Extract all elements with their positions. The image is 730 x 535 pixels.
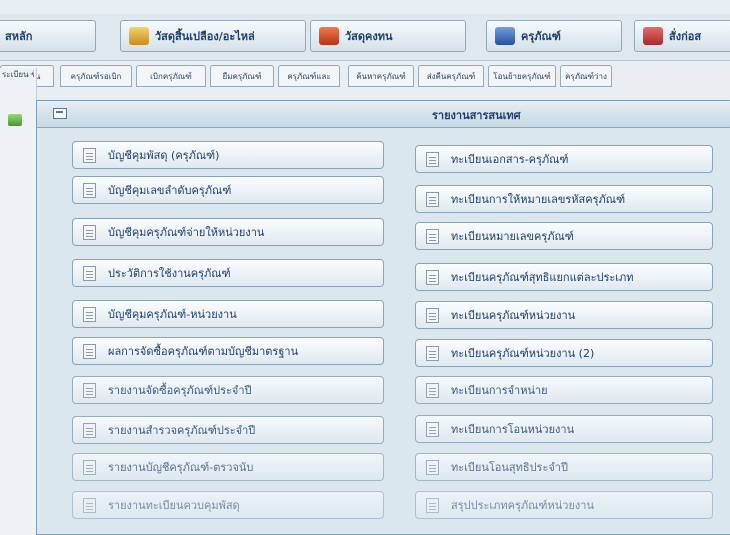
tab-borrow[interactable]: ยืมครุภัณฑ์ <box>210 65 274 87</box>
document-icon <box>83 147 96 163</box>
books-icon <box>643 27 663 45</box>
screen: สหลัก วัสดุสิ้นเปลือง/อะไหล่ วัสดุคงทน ค… <box>0 0 730 535</box>
tab-equipment-and[interactable]: ครุภัณฑ์และ <box>278 65 340 87</box>
report-button-department-transfer-register[interactable]: ทะเบียนการโอนหน่วยงาน <box>415 415 713 443</box>
document-icon <box>426 421 439 437</box>
truck-icon <box>495 27 515 45</box>
menu-button-orders[interactable]: สั่งก่อส <box>634 20 730 52</box>
tab-transfer[interactable]: โอนย้ายครุภัณฑ์ <box>488 65 556 87</box>
report-button-issued-to-department[interactable]: บัญชีคุมครุภัณฑ์จ่ายให้หน่วยงาน <box>72 218 384 246</box>
refresh-icon[interactable] <box>8 114 22 126</box>
report-button-label: ทะเบียนโอนสุทธิประจำปี <box>451 461 568 474</box>
main-menu-bar: สหลัก วัสดุสิ้นเปลือง/อะไหล่ วัสดุคงทน ค… <box>0 14 730 61</box>
document-icon <box>426 345 439 361</box>
report-button-annual-survey[interactable]: รายงานสำรวจครุภัณฑ์ประจำปี <box>72 416 384 444</box>
menu-button-equipment[interactable]: ครุภัณฑ์ <box>486 20 622 52</box>
document-icon <box>426 228 439 244</box>
report-button-label: รายงานสำรวจครุภัณฑ์ประจำปี <box>108 424 256 437</box>
report-button-sequence-ledger[interactable]: บัญชีคุมเลขลำดับครุภัณฑ์ <box>72 176 384 204</box>
document-icon <box>426 382 439 398</box>
report-button-department-ledger[interactable]: บัญชีคุมครุภัณฑ์-หน่วยงาน <box>72 300 384 328</box>
document-icon <box>83 265 96 281</box>
report-button-label: ทะเบียนเอกสาร-ครุภัณฑ์ <box>451 153 569 166</box>
document-icon <box>83 497 96 513</box>
document-icon <box>426 459 439 475</box>
report-button-label: รายงานจัดซื้อครุภัณฑ์ประจำปี <box>108 384 252 397</box>
report-button-department-register-2[interactable]: ทะเบียนครุภัณฑ์หน่วยงาน (2) <box>415 339 713 367</box>
report-button-annual-purchase[interactable]: รายงานจัดซื้อครุภัณฑ์ประจำปี <box>72 376 384 404</box>
menu-button-durables[interactable]: วัสดุคงทน <box>310 20 466 52</box>
tab-search[interactable]: ค้นหาครุภัณฑ์ <box>348 65 414 87</box>
report-button-supplies-control-register[interactable]: รายงานทะเบียนควบคุมพัสดุ <box>72 491 384 519</box>
report-button-label: ทะเบียนหมายเลขครุภัณฑ์ <box>451 230 574 243</box>
document-icon <box>426 191 439 207</box>
report-button-label: รายงานบัญชีครุภัณฑ์-ตรวจนับ <box>108 461 254 474</box>
menu-button-durables-label: วัสดุคงทน <box>345 30 393 43</box>
document-icon <box>426 497 439 513</box>
report-button-document-register[interactable]: ทะเบียนเอกสาร-ครุภัณฑ์ <box>415 145 713 173</box>
report-button-label: บัญชีคุมเลขลำดับครุภัณฑ์ <box>108 184 232 197</box>
tab-pending-withdraw[interactable]: ครุภัณฑ์รอเบิก <box>60 65 132 87</box>
report-button-label: ทะเบียนการจำหน่าย <box>451 384 548 397</box>
report-window: รายงานสารสนเทศ บัญชีคุมพัสดุ (ครุภัณฑ์) … <box>36 100 730 535</box>
menu-button-supplies[interactable]: วัสดุสิ้นเปลือง/อะไหล่ <box>120 20 306 52</box>
document-icon <box>83 343 96 359</box>
report-button-annual-net-transfer[interactable]: ทะเบียนโอนสุทธิประจำปี <box>415 453 713 481</box>
menu-button-orders-label: สั่งก่อส <box>669 30 702 43</box>
document-icon <box>83 382 96 398</box>
report-button-disposal-register[interactable]: ทะเบียนการจำหน่าย <box>415 376 713 404</box>
equipment-tab-row: ระเบียน ครุภัณฑ์รอเบิก เบิกครุภัณฑ์ ยืมค… <box>0 65 730 91</box>
menu-button-supplies-label: วัสดุสิ้นเปลือง/อะไหล่ <box>155 30 255 43</box>
menu-button-equipment-label: ครุภัณฑ์ <box>521 30 561 43</box>
document-icon <box>426 269 439 285</box>
report-window-title: รายงานสารสนเทศ <box>432 109 521 122</box>
left-side-label: ระเบียน ข้อ <box>2 70 34 79</box>
document-icon <box>83 459 96 475</box>
document-icon <box>83 182 96 198</box>
document-icon <box>83 306 96 322</box>
document-icon <box>426 151 439 167</box>
report-button-label: ทะเบียนการโอนหน่วยงาน <box>451 423 575 436</box>
report-button-label: ประวัติการใช้งานครุภัณฑ์ <box>108 267 231 280</box>
report-button-label: สรุปประเภทครุภัณฑ์หน่วยงาน <box>451 499 594 512</box>
tab-available[interactable]: ครุภัณฑ์ว่าง <box>560 65 612 87</box>
report-window-titlebar[interactable]: รายงานสารสนเทศ <box>37 101 730 128</box>
report-button-label: บัญชีคุมครุภัณฑ์จ่ายให้หน่วยงาน <box>108 226 265 239</box>
box-icon <box>129 27 149 45</box>
report-button-department-register[interactable]: ทะเบียนครุภัณฑ์หน่วยงาน <box>415 301 713 329</box>
report-button-equipment-control-ledger[interactable]: บัญชีคุมพัสดุ (ครุภัณฑ์) <box>72 141 384 169</box>
report-button-code-assignment-register[interactable]: ทะเบียนการให้หมายเลขรหัสครุภัณฑ์ <box>415 185 713 213</box>
report-button-label: ทะเบียนการให้หมายเลขรหัสครุภัณฑ์ <box>451 193 626 206</box>
report-button-inventory-count[interactable]: รายงานบัญชีครุภัณฑ์-ตรวจนับ <box>72 453 384 481</box>
document-icon <box>83 224 96 240</box>
tab-return[interactable]: ส่งคืนครุภัณฑ์ <box>418 65 484 87</box>
report-button-standard-purchase-results[interactable]: ผลการจัดซื้อครุภัณฑ์ตามบัญชีมาตรฐาน <box>72 337 384 365</box>
report-button-label: รายงานทะเบียนควบคุมพัสดุ <box>108 499 240 512</box>
left-side-panel: ระเบียน ข้อ <box>0 68 37 535</box>
report-button-department-type-summary[interactable]: สรุปประเภทครุภัณฑ์หน่วยงาน <box>415 491 713 519</box>
report-button-label: บัญชีคุมครุภัณฑ์-หน่วยงาน <box>108 308 237 321</box>
menu-button-main[interactable]: สหลัก <box>0 20 96 52</box>
document-icon <box>83 422 96 438</box>
report-button-label: ทะเบียนครุภัณฑ์หน่วยงาน (2) <box>451 347 595 360</box>
report-button-label: ทะเบียนครุภัณฑ์สุทธิแยกแต่ละประเภท <box>451 271 634 284</box>
report-button-label: ผลการจัดซื้อครุภัณฑ์ตามบัญชีมาตรฐาน <box>108 345 299 358</box>
report-button-net-by-type-register[interactable]: ทะเบียนครุภัณฑ์สุทธิแยกแต่ละประเภท <box>415 263 713 291</box>
tool-icon <box>319 27 339 45</box>
report-button-label: ทะเบียนครุภัณฑ์หน่วยงาน <box>451 309 576 322</box>
report-button-label: บัญชีคุมพัสดุ (ครุภัณฑ์) <box>108 149 220 162</box>
menu-button-main-label: สหลัก <box>5 30 33 43</box>
report-button-usage-history[interactable]: ประวัติการใช้งานครุภัณฑ์ <box>72 259 384 287</box>
document-icon <box>426 307 439 323</box>
tab-withdraw[interactable]: เบิกครุภัณฑ์ <box>136 65 206 87</box>
report-button-number-register[interactable]: ทะเบียนหมายเลขครุภัณฑ์ <box>415 222 713 250</box>
window-icon <box>53 108 67 119</box>
